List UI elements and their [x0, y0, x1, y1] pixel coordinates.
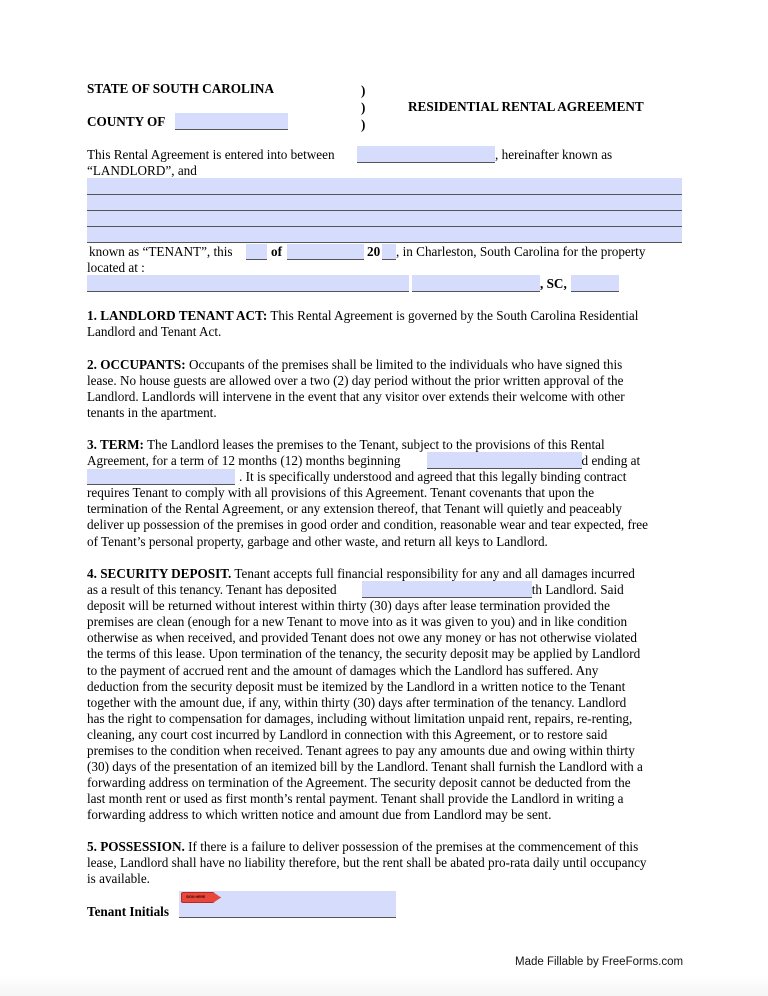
section-3-text: of Tenant’s personal property, garbage a… — [87, 533, 548, 549]
section-2-text: Landlord. Landlords will intervene in th… — [87, 389, 625, 405]
tenant-initials-label: Tenant Initials — [87, 904, 169, 919]
section-4-text: premises are clean (enough for a new Ten… — [87, 614, 628, 630]
section-2-heading: 2. OCCUPANTS: — [87, 357, 186, 372]
landlord-name-field[interactable] — [357, 146, 495, 163]
county-field[interactable] — [175, 113, 288, 130]
term-end-field[interactable] — [87, 469, 235, 485]
state-heading: STATE OF SOUTH CAROLINA — [87, 81, 274, 96]
section-4-text: cleaning, any court cost incurred by Lan… — [87, 726, 608, 742]
section-4-text: together with the amount due, if any, wi… — [87, 694, 627, 710]
paren-3: ) — [361, 117, 366, 132]
section-4-text: forwarding address to which written noti… — [87, 807, 552, 823]
intro-text-1: This Rental Agreement is entered into be… — [87, 147, 335, 162]
year-prefix: 20 — [367, 244, 381, 259]
property-street-field[interactable] — [87, 275, 409, 292]
term-begin-field[interactable] — [427, 452, 582, 469]
property-zip-field[interactable] — [571, 275, 619, 292]
intro-location-text: , in Charleston, South Carolina for the … — [396, 244, 646, 259]
tenant-name-field-2[interactable] — [87, 195, 682, 211]
section-4-text: (30) days of the presentation of an item… — [87, 759, 643, 775]
section-5-text: lease, Landlord shall have no liability … — [87, 855, 647, 871]
section-4-text: has the right to compensation for damage… — [87, 710, 633, 726]
section-3-text: Agreement, for a term of 12 months (12) … — [87, 453, 401, 469]
section-4-text: Tenant accepts full financial responsibi… — [231, 566, 635, 581]
footer-credit: Made Fillable by FreeForms.com — [515, 956, 684, 968]
paren-2: ) — [361, 100, 366, 115]
intro-text-2: , hereinafter known as — [495, 147, 613, 162]
document-title: RESIDENTIAL RENTAL AGREEMENT — [408, 99, 644, 114]
section-5-heading: 5. POSSESSION. — [87, 839, 185, 854]
property-city-field[interactable] — [412, 275, 540, 292]
section-4-text: premises to the condition when received.… — [87, 743, 635, 759]
section-4-text: deposit will be returned without interes… — [87, 598, 610, 614]
section-1-text: This Rental Agreement is governed by the… — [267, 308, 639, 323]
sign-here-flag-icon[interactable]: SIGN HERE — [181, 892, 221, 903]
tenant-name-field-1[interactable] — [87, 178, 682, 195]
section-3-text: deliver up possession of the premises in… — [87, 517, 649, 533]
county-label: COUNTY OF — [87, 114, 166, 129]
section-4-text: to the payment of accrued rent and the a… — [87, 662, 599, 678]
paren-1: ) — [361, 83, 366, 98]
section-2-text: lease. No house guests are allowed over … — [87, 373, 624, 389]
section-security-deposit: 4. SECURITY DEPOSIT. Tenant accepts full… — [87, 566, 687, 824]
section-4-text: the terms of this lease. Upon terminatio… — [87, 646, 641, 662]
tenant-name-field-4[interactable] — [87, 227, 682, 243]
section-3-text: The Landlord leases the premises to the … — [143, 437, 605, 452]
section-4-text: as a result of this tenancy. Tenant has … — [87, 582, 337, 598]
state-sc-label: , SC, — [540, 276, 567, 291]
located-at-label: located at : — [87, 260, 145, 275]
section-4-text: last month rent or used as first month’s… — [87, 791, 624, 807]
section-4-text: deduction from the security deposit must… — [87, 678, 626, 694]
section-2-text: Occupants of the premises shall be limit… — [185, 357, 623, 372]
section-4-text: with Landlord. Said — [518, 582, 624, 598]
of-label: of — [271, 244, 282, 259]
deposit-amount-field[interactable] — [362, 581, 532, 598]
section-3-text: termination of the Rental Agreement, or … — [87, 501, 622, 517]
section-3-text: requires Tenant to comply with all provi… — [87, 485, 595, 501]
section-landlord-tenant-act: 1. LANDLORD TENANT ACT: This Rental Agre… — [87, 308, 687, 340]
section-5-text: is available. — [87, 871, 150, 887]
section-1-text: Landlord and Tenant Act. — [87, 324, 222, 340]
section-possession: 5. POSSESSION. If there is a failure to … — [87, 839, 687, 887]
section-3-text: . It is specifically understood and agre… — [239, 469, 627, 485]
intro-tenant-text: known as “TENANT”, this — [89, 244, 233, 259]
day-field[interactable] — [246, 244, 267, 260]
section-occupants: 2. OCCUPANTS: Occupants of the premises … — [87, 357, 687, 421]
tenant-name-field-3[interactable] — [87, 211, 682, 227]
section-5-text: If there is a failure to deliver possess… — [184, 839, 639, 854]
section-2-text: tenants in the apartment. — [87, 405, 217, 421]
section-term: 3. TERM: The Landlord leases the premise… — [87, 437, 687, 550]
month-field[interactable] — [287, 244, 364, 260]
year-field[interactable] — [382, 244, 396, 260]
section-3-heading: 3. TERM: — [87, 437, 144, 452]
section-4-text: forwarding address on termination of the… — [87, 775, 631, 791]
section-1-heading: 1. LANDLORD TENANT ACT: — [87, 308, 268, 323]
intro-landlord-text: “LANDLORD”, and — [87, 163, 197, 178]
section-4-heading: 4. SECURITY DEPOSIT. — [87, 566, 232, 581]
section-4-text: otherwise as when received, and provided… — [87, 630, 637, 646]
page-bottom-shade — [0, 976, 768, 996]
